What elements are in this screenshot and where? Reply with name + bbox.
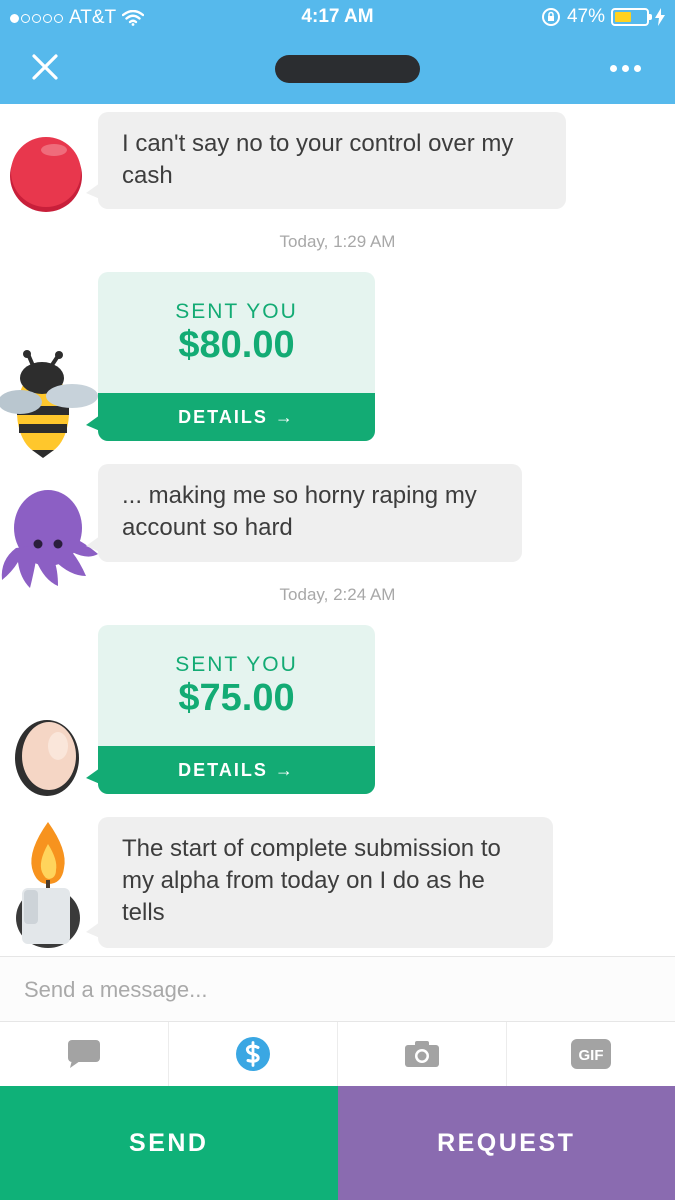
status-bar: AT&T 4:17 AM 47% [0,0,675,36]
timestamp: Today, 1:29 AM [279,232,396,251]
tab-payment[interactable] [169,1022,338,1086]
orientation-lock-icon [541,8,560,26]
more-options-button[interactable] [605,56,645,80]
message-text: ... making me so horny raping my account… [122,482,477,541]
close-button[interactable] [28,50,62,84]
chat-bubble-icon [68,1040,100,1068]
egg-avatar [15,720,79,796]
payment-amount: $80.00 [178,324,295,366]
payment-details-button[interactable]: DETAILS → [98,746,375,794]
payment-card: SENT YOU $80.00 DETAILS → [86,272,375,441]
message-bubble: ... making me so horny raping my account… [86,464,522,562]
red-ball-avatar [10,137,82,212]
close-icon [32,54,58,80]
redacted-contact-name[interactable] [275,55,420,83]
payment-details-button[interactable]: DETAILS → [98,393,375,441]
message-text: The start of complete submission to my a… [122,835,501,926]
header: AT&T 4:17 AM 47% [0,0,675,104]
payment-card: SENT YOU $75.00 DETAILS → [86,625,375,794]
gif-icon: GIF [571,1039,611,1069]
octopus-avatar [1,490,98,588]
composer-toolbar: GIF [0,1022,675,1086]
send-button[interactable]: SEND [0,1086,338,1200]
timestamp: Today, 2:24 AM [279,585,396,604]
battery-icon [611,8,652,26]
payment-label: SENT YOU [175,300,298,323]
dollar-icon [236,1037,270,1071]
tab-camera[interactable] [338,1022,507,1086]
request-button[interactable]: REQUEST [337,1086,675,1200]
tab-message[interactable] [0,1022,169,1086]
message-input[interactable] [24,971,644,1009]
message-text: I can't say no to your control over my c… [122,130,514,189]
more-dots-icon [609,64,617,72]
charging-bolt-icon [655,8,665,26]
bee-avatar [0,350,98,458]
candle-avatar [16,822,80,948]
camera-icon [405,1041,439,1067]
tab-gif[interactable]: GIF [507,1022,675,1086]
payment-amount: $75.00 [178,677,295,719]
gif-label: GIF [579,1047,604,1064]
message-bubble: I can't say no to your control over my c… [86,112,566,209]
action-bar: SEND REQUEST [0,1086,675,1200]
message-composer [0,956,675,1022]
message-bubble: The start of complete submission to my a… [86,817,553,948]
battery-percent: 47% [566,6,605,27]
payment-label: SENT YOU [175,653,298,676]
